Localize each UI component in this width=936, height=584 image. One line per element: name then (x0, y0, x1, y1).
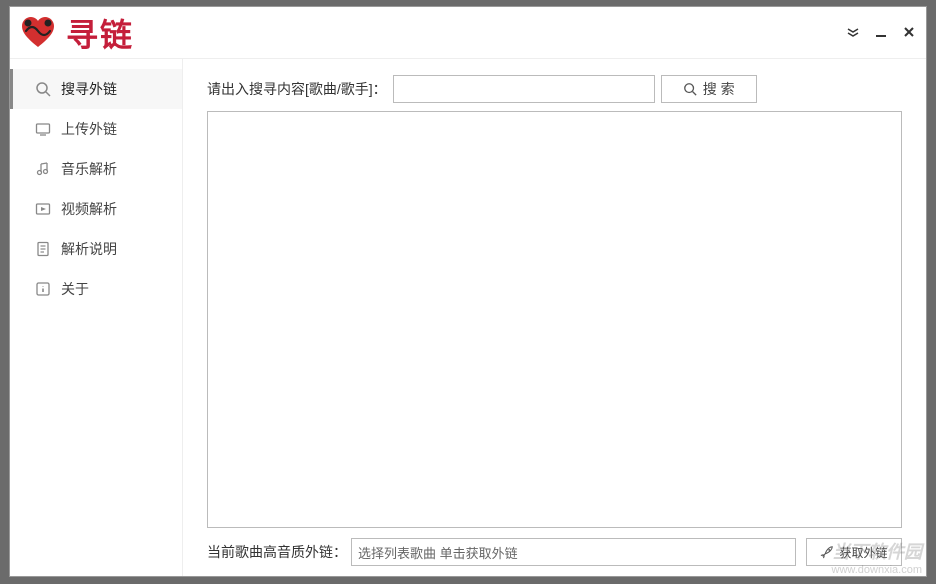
search-button[interactable]: 搜 索 (661, 75, 757, 103)
window-controls (846, 26, 916, 40)
titlebar: 寻链 (10, 7, 926, 59)
search-row: 请出入搜寻内容[歌曲/歌手]： 搜 索 (207, 75, 902, 103)
sidebar-item-video[interactable]: 视频解析 (10, 189, 182, 229)
sidebar-item-about[interactable]: 关于 (10, 269, 182, 309)
search-icon (683, 82, 697, 96)
minimize-icon[interactable] (874, 26, 888, 40)
sidebar-item-music[interactable]: 音乐解析 (10, 149, 182, 189)
sidebar-item-search[interactable]: 搜寻外链 (10, 69, 182, 109)
get-link-button-label: 获取外链 (839, 544, 887, 561)
sidebar-item-label: 解析说明 (61, 239, 117, 259)
search-input[interactable] (393, 75, 655, 103)
video-icon (35, 201, 51, 217)
close-icon[interactable] (902, 26, 916, 40)
music-icon (35, 161, 51, 177)
bottom-label: 当前歌曲高音质外链： (207, 542, 347, 562)
rocket-icon (820, 545, 834, 559)
search-icon (35, 81, 51, 97)
search-label: 请出入搜寻内容[歌曲/歌手]： (207, 79, 387, 99)
about-icon (35, 281, 51, 297)
app-window: 寻链 搜寻外链 (9, 6, 927, 577)
sidebar-item-label: 搜寻外链 (61, 79, 117, 99)
app-title: 寻链 (66, 10, 134, 56)
body: 搜寻外链 上传外链 音乐解析 视频解析 (10, 59, 926, 576)
sidebar-item-label: 音乐解析 (61, 159, 117, 179)
doc-icon (35, 241, 51, 257)
sidebar-item-doc[interactable]: 解析说明 (10, 229, 182, 269)
hq-link-input[interactable] (351, 538, 796, 566)
get-link-button[interactable]: 获取外链 (806, 538, 902, 566)
sidebar-item-label: 视频解析 (61, 199, 117, 219)
titlebar-left: 寻链 (18, 10, 134, 56)
sidebar: 搜寻外链 上传外链 音乐解析 视频解析 (10, 59, 183, 576)
upload-icon (35, 121, 51, 137)
menu-icon[interactable] (846, 26, 860, 40)
result-list[interactable] (207, 111, 902, 528)
sidebar-item-label: 关于 (61, 279, 89, 299)
search-button-label: 搜 索 (703, 79, 735, 99)
main-panel: 请出入搜寻内容[歌曲/歌手]： 搜 索 当前歌曲高音质外链： 获取外 (183, 59, 926, 576)
bottom-row: 当前歌曲高音质外链： 获取外链 (207, 538, 902, 566)
sidebar-item-upload[interactable]: 上传外链 (10, 109, 182, 149)
sidebar-item-label: 上传外链 (61, 119, 117, 139)
app-logo-icon (18, 13, 58, 53)
